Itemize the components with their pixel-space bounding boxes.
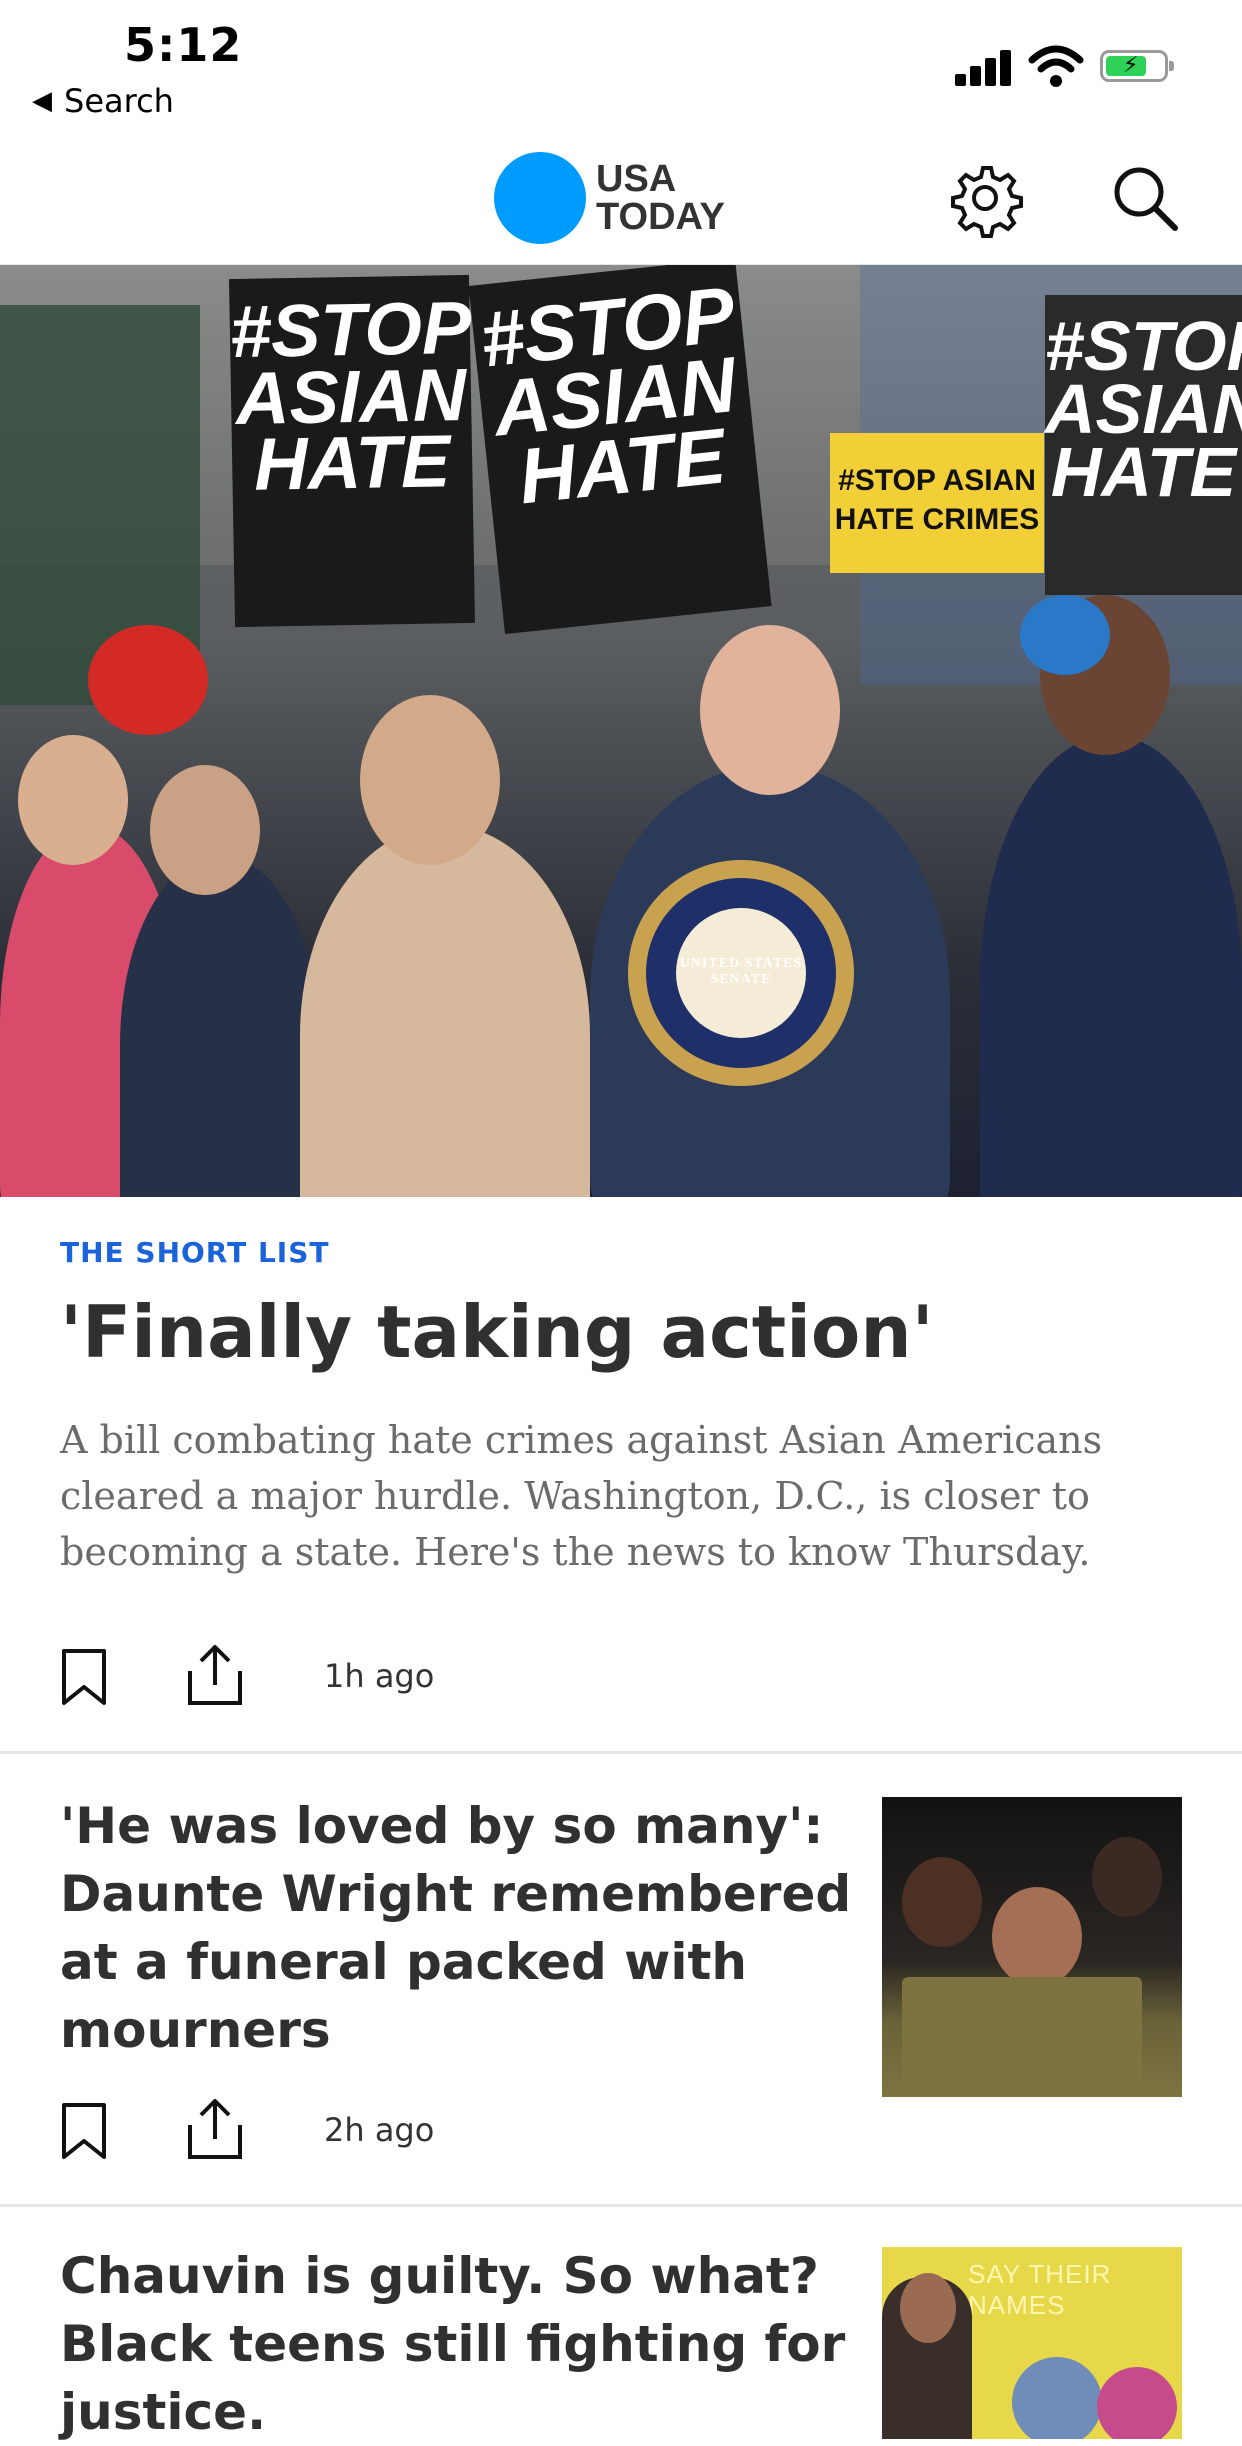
signal-icon [955,48,1013,86]
gear-icon[interactable] [945,158,1025,238]
share-icon[interactable] [186,1643,244,1707]
logo-circle [494,152,586,244]
protest-sign-2: #STOP ASIAN HATE [468,265,772,635]
clock: 5:12 [124,18,243,72]
thumbnail-mural-text: SAY THEIR NAMES [968,2259,1112,2320]
lead-story-title[interactable]: 'Finally taking action' [60,1290,1180,1374]
speaker-head [700,625,840,795]
story-time: 2h ago [324,2111,435,2149]
story-thumbnail[interactable] [882,1797,1182,2097]
battery-icon: ⚡ [1100,50,1174,82]
blue-turban [1020,595,1110,675]
senate-seal: UNITED STATES SENATE [628,860,854,1086]
bookmark-icon[interactable] [60,2101,108,2161]
logo-line-1: USA [596,158,677,200]
divider [0,1751,1242,1754]
person-left-head [18,735,128,865]
story-title[interactable]: 'He was loved by so many': Daunte Wright… [60,1792,860,2064]
section-kicker[interactable]: THE SHORT LIST [60,1236,330,1269]
wifi-icon [1028,45,1084,87]
lead-story-image[interactable]: #STOP ASIAN HATE #STOP ASIAN HATE #STOP … [0,265,1242,1197]
back-label: Search [64,82,174,120]
logo-line-2: TODAY [596,196,725,238]
app-header: USA TODAY [0,130,1242,266]
woman-head [360,695,500,865]
divider [0,2204,1242,2207]
story-title[interactable]: Chauvin is guilty. So what? Black teens … [60,2242,860,2446]
search-icon[interactable] [1105,158,1185,238]
story-thumbnail[interactable]: SAY THEIR NAMES [882,2247,1182,2439]
status-bar: 5:12 ◀ Search ⚡ [0,0,1242,130]
protest-sign-1: #STOP ASIAN HATE [228,274,476,628]
lead-story-time: 1h ago [324,1657,435,1695]
logo[interactable]: USA TODAY [596,160,725,236]
seal-text: UNITED STATES SENATE [679,956,803,987]
back-triangle-icon: ◀ [32,86,52,116]
turban [88,625,208,735]
lead-story-summary[interactable]: A bill combating hate crimes against Asi… [60,1412,1170,1580]
lead-story-actions: 1h ago [60,1643,660,1707]
back-to-search-button[interactable]: ◀ Search [32,82,174,120]
share-icon[interactable] [186,2097,244,2161]
protest-sign-3: #STOP ASIAN HATE CRIMES [830,433,1044,573]
bookmark-icon[interactable] [60,1647,108,1707]
person-2-head [150,765,260,895]
story-actions: 2h ago [60,2097,660,2161]
protest-sign-4: #STOP ASIAN HATE [1045,295,1242,595]
